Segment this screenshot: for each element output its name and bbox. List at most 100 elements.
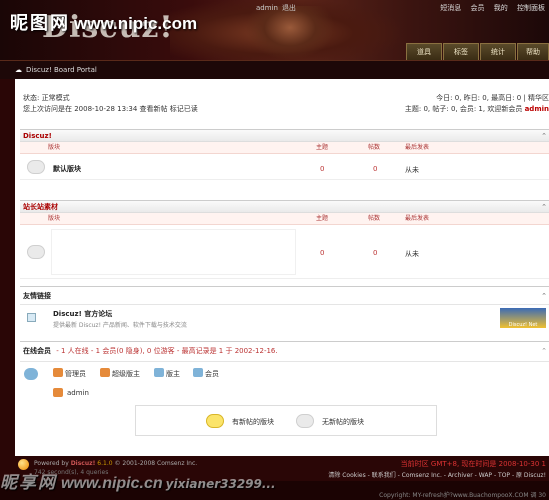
logout-link[interactable]: 退出 — [282, 4, 296, 12]
online-body: 管理员 超级版主 版主 会员 admin — [20, 362, 549, 402]
online-summary: - 1 人在线 - 1 会员(0 隐身), 0 位游客 - 最高记录是 1 于 … — [56, 347, 278, 355]
status-right: 今日: 0, 昨日: 0, 最高日: 0 | 精华区 主题: 0, 帖子: 0,… — [405, 93, 549, 115]
supermod-role-icon — [100, 368, 110, 377]
icon-legend: 有新帖的版块 无新帖的版块 — [135, 405, 437, 436]
forum-category-materials: 站长站素材 ⌃ 版块 主题 帖数 最后发表 0 0 从未 — [20, 200, 549, 279]
online-header: 在线会员 - 1 人在线 - 1 会员(0 隐身), 0 位游客 - 最高记录是… — [20, 342, 549, 362]
powered-copyright: © 2001-2008 Comsenz Inc. — [114, 460, 198, 467]
col-last: 最后发表 — [405, 144, 430, 151]
watermark-bottom-cn: 昵享网 — [0, 473, 57, 493]
role-supermod: 超级版主 — [112, 370, 140, 378]
banner-warrior-image — [245, 6, 335, 60]
links-title-text: 友情链接 — [23, 292, 51, 300]
link-desc: 提供最新 Discuz! 产品新闻、软件下载与技术交流 — [53, 322, 187, 329]
mark-read-link[interactable]: 标记已读 — [170, 105, 198, 113]
top-user-area: admin 退出 — [256, 3, 300, 13]
view-new-posts-link[interactable]: 查看新帖 — [140, 105, 168, 113]
watermark-bottom: 昵享网 www.nipic.cn yixianer33299... — [0, 468, 276, 493]
forum-posts: 0 — [373, 249, 378, 257]
forum-last-post: 从未 — [405, 166, 419, 174]
forum-topics: 0 — [320, 249, 325, 257]
online-members-section: 在线会员 - 1 人在线 - 1 会员(0 隐身), 0 位游客 - 最高记录是… — [20, 341, 549, 402]
watermark-cn: 昵图网 — [10, 13, 70, 34]
breadcrumb-bar: ☁ Discuz! Board Portal — [0, 60, 549, 79]
watermark-bottom-url: www.nipic.cn — [61, 475, 163, 492]
top-link-cp[interactable]: 控制面板 — [517, 4, 545, 12]
online-title[interactable]: 在线会员 — [23, 347, 51, 355]
link-row[interactable]: Discuz! 官方论坛 提供最新 Discuz! 产品新闻、软件下载与技术交流… — [20, 305, 549, 331]
header-banner: Discuz! 昵图网 www.nipic.com admin 退出 短消息 会员 … — [0, 0, 549, 60]
forum-status-icon — [27, 160, 45, 174]
forum-row[interactable]: 默认版块 0 0 从未 — [20, 154, 549, 180]
admin-role-icon — [53, 368, 63, 377]
no-new-posts-icon — [296, 414, 314, 428]
status-left: 状态: 正常模式 您上次访问是在 2008-10-28 13:34 查看新帖 标… — [23, 93, 198, 115]
forum-name-link[interactable]: 默认版块 — [53, 164, 81, 174]
forum-status-icon — [27, 245, 45, 259]
watermark-bottom-id: yixianer33299... — [165, 477, 276, 491]
category-title[interactable]: Discuz! ⌃ — [20, 130, 549, 142]
col-posts: 帖数 — [368, 144, 381, 151]
top-link-members[interactable]: 会员 — [471, 4, 485, 12]
legend-none: 无新帖的版块 — [322, 418, 364, 426]
watermark-url: www.nipic.com — [74, 14, 198, 33]
powered-text: Powered by — [34, 460, 69, 467]
powered-version: 6.1.0 — [97, 460, 113, 467]
link-name[interactable]: Discuz! 官方论坛 — [53, 309, 112, 319]
forum-topics: 0 — [320, 165, 325, 173]
links-title[interactable]: 友情链接 ⌃ — [20, 287, 549, 305]
home-icon[interactable]: ☁ — [15, 66, 22, 74]
forum-row[interactable]: 0 0 从未 — [20, 225, 549, 279]
col-posts: 帖数 — [368, 215, 381, 222]
breadcrumb[interactable]: Discuz! Board Portal — [26, 66, 97, 74]
top-link-my[interactable]: 我的 — [494, 4, 508, 12]
collapse-icon[interactable]: ⌃ — [541, 130, 547, 142]
tab-stats[interactable]: 统计 — [480, 43, 516, 60]
last-visit: 您上次访问是在 2008-10-28 13:34 查看新帖 标记已读 — [23, 104, 198, 115]
column-headers: 版块 主题 帖数 最后发表 — [20, 142, 549, 154]
mod-role-icon — [154, 368, 164, 377]
role-member: 会员 — [205, 370, 219, 378]
collapse-icon[interactable]: ⌃ — [541, 201, 547, 213]
forum-posts: 0 — [373, 165, 378, 173]
discuz-net-badge[interactable]: Discuz! Net — [500, 308, 546, 328]
username-link[interactable]: admin — [256, 4, 278, 12]
collapse-icon[interactable]: ⌃ — [541, 342, 547, 360]
totals-text: 主题: 0, 帖子: 0, 会员: 1, 欢迎新会员 — [404, 105, 523, 113]
online-user-link[interactable]: admin — [67, 389, 89, 397]
online-users-icon — [24, 368, 38, 380]
link-home-icon — [27, 313, 36, 322]
category-title-text: 站长站素材 — [23, 203, 58, 211]
friend-links-section: 友情链接 ⌃ Discuz! 官方论坛 提供最新 Discuz! 产品新闻、软件… — [20, 286, 549, 331]
new-posts-icon — [206, 414, 224, 428]
col-forum: 版块 — [48, 144, 61, 151]
top-link-pm[interactable]: 短消息 — [440, 4, 461, 12]
col-forum: 版块 — [48, 215, 61, 222]
header-tabs: 道具 标签 统计 帮助 — [405, 43, 549, 60]
tab-tools[interactable]: 道具 — [406, 43, 442, 60]
tab-help[interactable]: 帮助 — [517, 43, 549, 60]
footer-time: 当前时区 GMT+8, 现在时间是 2008-10-30 1 — [400, 460, 546, 468]
col-last: 最后发表 — [405, 215, 430, 222]
legend-new: 有新帖的版块 — [232, 418, 274, 426]
forum-last-post: 从未 — [405, 250, 419, 258]
member-role-icon — [193, 368, 203, 377]
tab-tags[interactable]: 标签 — [443, 43, 479, 60]
col-topics: 主题 — [316, 144, 329, 151]
status-mode: 状态: 正常模式 — [23, 94, 70, 102]
top-links: 短消息 会员 我的 控制面板 — [433, 3, 545, 13]
collapse-icon[interactable]: ⌃ — [541, 287, 547, 305]
powered-brand[interactable]: Discuz! — [71, 460, 96, 467]
newest-member-link[interactable]: admin — [525, 105, 549, 113]
category-title[interactable]: 站长站素材 ⌃ — [20, 201, 549, 213]
online-user-icon — [53, 388, 63, 397]
forum-category-discuz: Discuz! ⌃ 版块 主题 帖数 最后发表 默认版块 0 0 从未 — [20, 129, 549, 180]
footer-links[interactable]: 清除 Cookies - 联系我们 - Comsenz Inc. - Archi… — [328, 470, 546, 479]
role-admin: 管理员 — [65, 370, 86, 378]
column-headers: 版块 主题 帖数 最后发表 — [20, 213, 549, 225]
forum-name-blank — [51, 229, 296, 275]
today-stats: 今日: 0, 昨日: 0, 最高日: 0 | 精华区 — [436, 94, 549, 102]
role-mod: 版主 — [166, 370, 180, 378]
totals-stats: 主题: 0, 帖子: 0, 会员: 1, 欢迎新会员 admin — [405, 104, 549, 115]
category-title-text: Discuz! — [23, 132, 52, 140]
